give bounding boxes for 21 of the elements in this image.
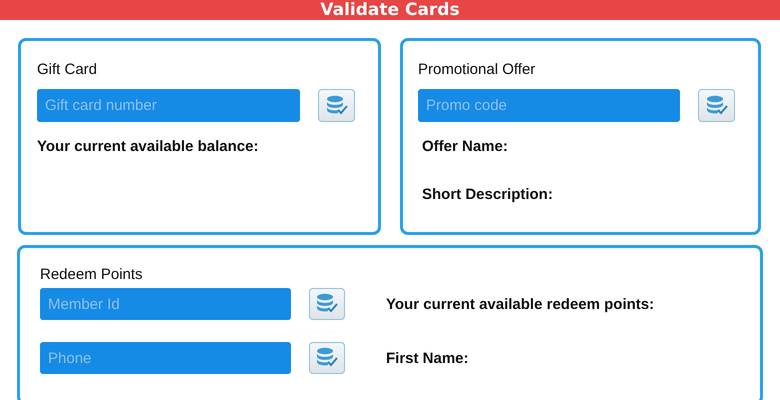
validate-button[interactable] <box>698 89 735 122</box>
page-title: Validate Cards <box>320 0 460 20</box>
redeem-input-field[interactable]: Phone <box>40 342 291 374</box>
offer-label: Offer Name: <box>422 138 509 156</box>
validate-button[interactable] <box>309 342 345 374</box>
panel-title: Gift Card <box>37 61 98 79</box>
database-check-icon <box>315 293 339 315</box>
info-label: First Name: <box>386 350 469 366</box>
offer-label: Short Description: <box>422 186 554 204</box>
promo-code-field[interactable]: Promo code <box>418 89 680 122</box>
database-check-icon <box>324 94 348 116</box>
panel-title: Redeem Points <box>40 266 144 284</box>
validate-button[interactable] <box>309 288 345 320</box>
panel-title: Promotional Offer <box>418 61 536 79</box>
database-check-icon <box>704 94 728 116</box>
redeem-input-field[interactable]: Member Id <box>40 288 291 320</box>
balance-label: Your current available balance: <box>37 138 260 156</box>
info-label: Your current available redeem points: <box>386 296 654 312</box>
gift-card-field[interactable]: Gift card number <box>37 89 300 122</box>
database-check-icon <box>315 347 339 369</box>
validate-button[interactable] <box>318 89 355 122</box>
